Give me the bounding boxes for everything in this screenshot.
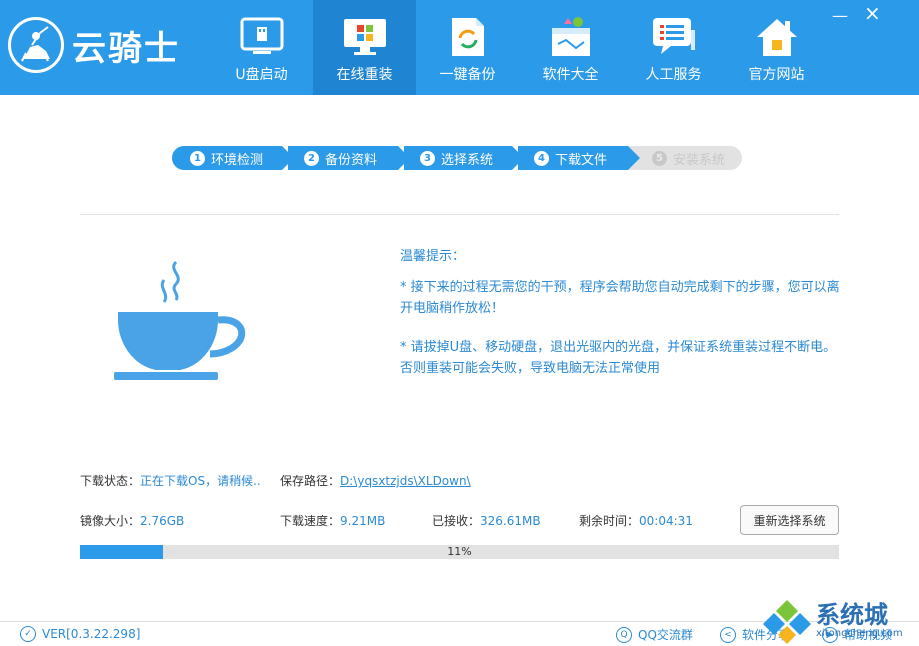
chat-bubble-icon xyxy=(648,14,700,60)
nav-software-center[interactable]: 软件大全 xyxy=(519,0,622,95)
diamond-logo-icon xyxy=(763,600,811,644)
step-number: 2 xyxy=(304,150,319,166)
image-size: 镜像大小：2.76GB xyxy=(80,512,184,529)
close-icon[interactable]: × xyxy=(864,3,881,23)
download-speed-value: 9.21MB xyxy=(340,514,386,528)
header-bar: 云骑士 U盘启动 在线重装 一键备份 软件大全 人工服务 官方网站 — × xyxy=(0,0,919,95)
save-path-link[interactable]: D:\yqsxtzjds\XLDown\ xyxy=(340,474,471,488)
step-select-system: 3 选择系统 xyxy=(404,146,524,170)
remaining-time-value: 00:04:31 xyxy=(639,514,693,528)
step-label: 选择系统 xyxy=(441,152,494,168)
nav-label: U盘启动 xyxy=(235,67,288,83)
nav-label: 一键备份 xyxy=(439,67,496,83)
step-number: 5 xyxy=(652,150,667,166)
download-progress-bar: 11% xyxy=(80,545,839,559)
qq-group-link[interactable]: Q QQ交流群 xyxy=(616,626,693,643)
version-info[interactable]: ✓ VER[0.3.22.298] xyxy=(20,626,140,642)
download-state: 下载状态：正在下载OS，请稍候.. xyxy=(80,472,261,489)
app-logo: 云骑士 xyxy=(8,12,208,78)
step-label: 备份资料 xyxy=(325,152,378,168)
section-divider xyxy=(80,214,839,215)
received-label: 已接收： xyxy=(432,514,481,528)
step-label: 环境检测 xyxy=(211,152,264,168)
download-speed-label: 下载速度： xyxy=(280,514,341,528)
image-size-label: 镜像大小： xyxy=(80,514,141,528)
step-number: 1 xyxy=(190,150,205,166)
remaining-time-label: 剩余时间： xyxy=(579,514,640,528)
site-watermark: 系统城 xitongcheng.com xyxy=(762,596,919,646)
tips-panel: 温馨提示： * 接下来的过程无需您的干预，程序会帮助您自动完成剩下的步骤，您可以… xyxy=(400,246,845,397)
step-label: 下载文件 xyxy=(555,152,608,168)
nav-online-reinstall[interactable]: 在线重装 xyxy=(313,0,416,95)
software-box-icon xyxy=(545,14,597,60)
received-size: 已接收：326.61MB xyxy=(432,512,541,529)
backup-document-icon xyxy=(442,14,494,60)
install-steps: 1 环境检测 2 备份资料 3 选择系统 4 下载文件 5 安装系统 xyxy=(172,146,748,170)
remaining-time: 剩余时间：00:04:31 xyxy=(579,512,693,529)
watermark-en: xitongcheng.com xyxy=(816,628,903,639)
share-icon: < xyxy=(720,626,736,643)
nav-usb-boot[interactable]: U盘启动 xyxy=(210,0,313,95)
step-environment-check: 1 环境检测 xyxy=(172,146,294,170)
step-label: 安装系统 xyxy=(673,152,726,168)
nav-one-click-backup[interactable]: 一键备份 xyxy=(416,0,519,95)
version-text: VER[0.3.22.298] xyxy=(42,627,141,641)
monitor-windows-icon xyxy=(339,14,391,60)
save-path: 保存路径：D:\yqsxtzjds\XLDown\ xyxy=(280,472,471,489)
received-value: 326.61MB xyxy=(480,514,541,528)
usb-drive-icon xyxy=(236,14,288,60)
tips-title: 温馨提示： xyxy=(400,249,466,264)
nav-label: 软件大全 xyxy=(542,67,599,83)
download-state-value: 正在下载OS，请稍候.. xyxy=(140,474,261,488)
knight-logo-icon xyxy=(8,17,64,73)
watermark-text: 系统城 xitongcheng.com xyxy=(816,602,903,640)
step-download-files: 4 下载文件 xyxy=(518,146,640,170)
tips-paragraph-2: * 请拔掉U盘、移动硬盘，退出光驱内的光盘，并保证系统重装过程不断电。否则重装可… xyxy=(400,340,837,376)
image-size-value: 2.76GB xyxy=(140,514,185,528)
download-speed: 下载速度：9.21MB xyxy=(280,512,385,529)
nav-label: 在线重装 xyxy=(336,67,393,83)
nav-official-website[interactable]: 官方网站 xyxy=(725,0,828,95)
step-number: 3 xyxy=(420,150,435,166)
version-check-icon: ✓ xyxy=(20,626,36,642)
tips-paragraph-1: * 接下来的过程无需您的干预，程序会帮助您自动完成剩下的步骤，您可以离开电脑稍作… xyxy=(400,280,840,316)
qq-icon: Q xyxy=(616,626,632,643)
coffee-cup-icon xyxy=(114,258,246,384)
main-nav: U盘启动 在线重装 一键备份 软件大全 人工服务 官方网站 xyxy=(210,0,828,95)
nav-human-service[interactable]: 人工服务 xyxy=(622,0,725,95)
minimize-icon[interactable]: — xyxy=(832,8,848,24)
home-icon xyxy=(751,14,803,60)
download-state-label: 下载状态： xyxy=(80,474,141,488)
watermark-cn: 系统城 xyxy=(816,601,888,629)
step-install-system: 5 安装系统 xyxy=(628,146,742,170)
nav-label: 人工服务 xyxy=(645,67,702,83)
step-backup-data: 2 备份资料 xyxy=(288,146,410,170)
nav-label: 官方网站 xyxy=(748,67,805,83)
reselect-system-button[interactable]: 重新选择系统 xyxy=(740,505,839,535)
save-path-label: 保存路径： xyxy=(280,474,341,488)
step-number: 4 xyxy=(534,150,549,166)
app-name: 云骑士 xyxy=(72,28,180,69)
progress-percent-text: 11% xyxy=(447,545,472,558)
qq-group-label: QQ交流群 xyxy=(638,628,693,642)
